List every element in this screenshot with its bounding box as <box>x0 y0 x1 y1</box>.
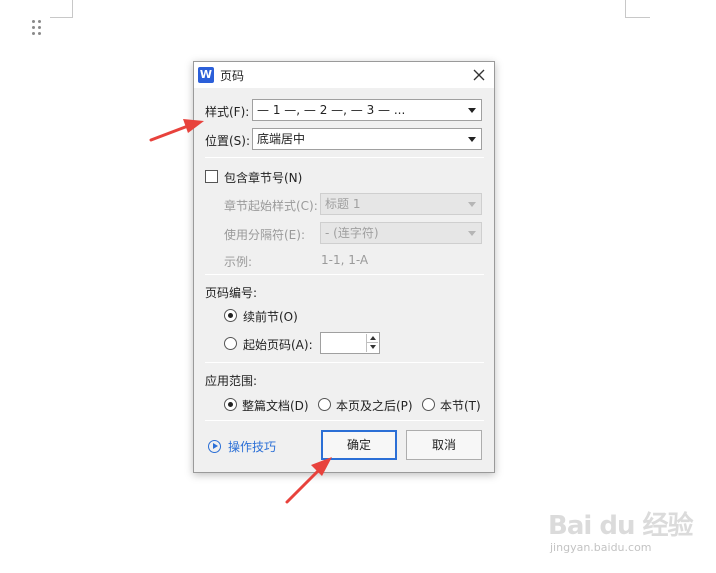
example-value: 1-1, 1-A <box>321 253 369 267</box>
chapter-style-select: 标题 1 <box>320 193 482 215</box>
chevron-down-icon <box>468 108 476 113</box>
start-at-label: 起始页码(A): <box>243 338 313 352</box>
position-label: 位置(S): <box>205 134 251 148</box>
stepper-up-icon[interactable] <box>367 334 378 343</box>
page-margin-mark <box>625 0 626 18</box>
separator-label: 使用分隔符(E): <box>224 228 305 242</box>
style-select-value: — 1 —, — 2 —, — 3 — ... <box>257 103 406 117</box>
start-page-stepper[interactable] <box>320 332 380 354</box>
numbering-header: 页码编号: <box>205 286 258 300</box>
style-label: 样式(F): <box>205 105 250 119</box>
ok-button[interactable]: 确定 <box>321 430 397 460</box>
chevron-down-icon <box>468 202 476 207</box>
apply-after-label: 本页及之后(P) <box>336 399 413 413</box>
chevron-down-icon <box>468 137 476 142</box>
page-number-dialog: W 页码 样式(F): — 1 —, — 2 —, — 3 — ... 位置(S… <box>193 61 495 473</box>
separator-select: - (连字符) <box>320 222 482 244</box>
dialog-title: 页码 <box>220 69 245 83</box>
divider <box>205 274 484 275</box>
apply-whole-label: 整篇文档(D) <box>242 399 309 413</box>
divider <box>205 362 484 363</box>
wps-writer-icon: W <box>198 67 214 83</box>
watermark-logo: Bai du 经验 <box>548 511 693 541</box>
apply-after-radio[interactable] <box>318 398 331 411</box>
start-at-radio[interactable] <box>224 337 237 350</box>
drag-handle-icon[interactable] <box>32 20 42 36</box>
continue-label: 续前节(O) <box>243 310 298 324</box>
style-select[interactable]: — 1 —, — 2 —, — 3 — ... <box>252 99 482 121</box>
apply-header: 应用范围: <box>205 374 258 388</box>
apply-section-radio[interactable] <box>422 398 435 411</box>
baidu-jingyan-watermark: Bai du 经验 jingyan.baidu.com <box>548 505 693 560</box>
page-margin-mark <box>72 0 73 18</box>
play-icon <box>208 440 221 453</box>
apply-section-label: 本节(T) <box>440 399 481 413</box>
position-select-value: 底端居中 <box>257 132 306 146</box>
dialog-titlebar: W 页码 <box>194 62 494 88</box>
position-select[interactable]: 底端居中 <box>252 128 482 150</box>
chapter-style-value: 标题 1 <box>325 197 361 211</box>
apply-whole-radio[interactable] <box>224 398 237 411</box>
divider <box>205 420 484 421</box>
include-chapter-checkbox[interactable] <box>205 170 218 183</box>
page-margin-mark <box>625 17 650 18</box>
example-label: 示例: <box>224 255 253 269</box>
separator-value: - (连字符) <box>325 226 379 240</box>
close-button[interactable] <box>470 66 488 84</box>
close-icon <box>473 69 485 81</box>
page-margin-mark <box>50 17 73 18</box>
chevron-down-icon <box>468 231 476 236</box>
include-chapter-label: 包含章节号(N) <box>224 171 303 185</box>
divider <box>205 157 484 158</box>
stepper-down-icon[interactable] <box>367 343 378 352</box>
continue-radio[interactable] <box>224 309 237 322</box>
tips-label: 操作技巧 <box>228 440 277 454</box>
stepper-buttons <box>366 334 378 352</box>
cancel-button[interactable]: 取消 <box>406 430 482 460</box>
watermark-url: jingyan.baidu.com <box>550 541 652 554</box>
chapter-style-label: 章节起始样式(C): <box>224 199 318 213</box>
